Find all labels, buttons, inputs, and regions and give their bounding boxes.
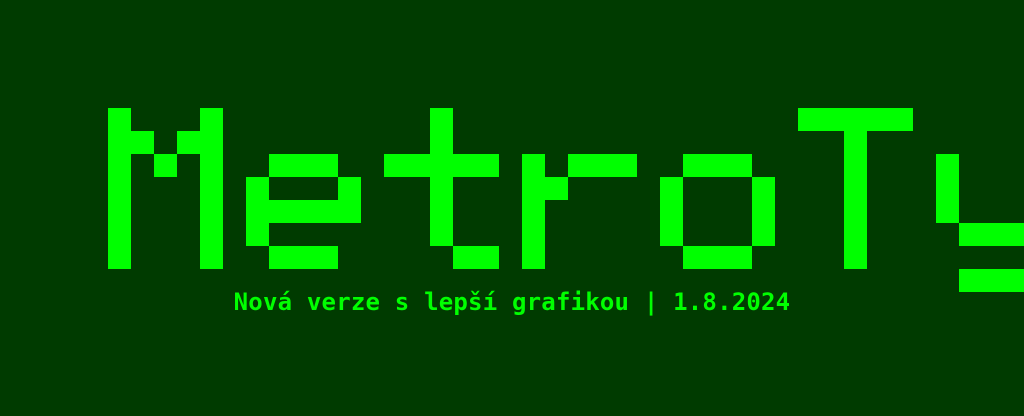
logo-pixel [292, 200, 315, 223]
version-subtitle: Nová verze s lepší grafikou | 1.8.2024 [233, 288, 791, 316]
logo-pixel [315, 154, 338, 177]
logo-pixel [338, 177, 361, 200]
logo-pixel [844, 154, 867, 177]
logo-pixel [200, 246, 223, 269]
logo-pixel [200, 223, 223, 246]
logo-pixel [131, 131, 154, 154]
logo-letter-T [798, 108, 913, 269]
logo-pixel [936, 154, 959, 177]
logo-pixel [315, 246, 338, 269]
logo-pixel [844, 177, 867, 200]
logo-pixel [200, 108, 223, 131]
logo-pixel [430, 177, 453, 200]
logo-pixel [338, 200, 361, 223]
logo-pixel [407, 154, 430, 177]
logo-pixel [522, 200, 545, 223]
logo-pixel [108, 108, 131, 131]
logo-pixel [177, 131, 200, 154]
logo-pixel [200, 154, 223, 177]
logo-pixel [522, 223, 545, 246]
logo-pixel [729, 154, 752, 177]
logo-pixel [683, 154, 706, 177]
logo-pixel [936, 177, 959, 200]
logo-pixel [752, 200, 775, 223]
game-logo [108, 108, 1024, 292]
logo-pixel [269, 200, 292, 223]
logo-letter-M [108, 108, 223, 269]
logo-pixel [108, 131, 131, 154]
logo-pixel [384, 154, 407, 177]
logo-pixel [545, 177, 568, 200]
logo-pixel [844, 223, 867, 246]
logo-pixel [200, 177, 223, 200]
logo-pixel [430, 223, 453, 246]
logo-pixel [430, 154, 453, 177]
logo-pixel [683, 246, 706, 269]
logo-pixel [269, 246, 292, 269]
logo-pixel [154, 154, 177, 177]
logo-pixel [936, 200, 959, 223]
logo-pixel [522, 246, 545, 269]
logo-pixel [522, 177, 545, 200]
logo-pixel [798, 108, 821, 131]
logo-pixel [867, 108, 890, 131]
logo-pixel [614, 154, 637, 177]
logo-pixel [959, 223, 982, 246]
logo-pixel [430, 131, 453, 154]
logo-letter-r [522, 154, 637, 269]
logo-pixel [1005, 223, 1024, 246]
logo-pixel [453, 246, 476, 269]
logo-letter-e [246, 154, 361, 269]
logo-pixel [752, 223, 775, 246]
logo-pixel [108, 154, 131, 177]
logo-pixel [476, 154, 499, 177]
logo-pixel [729, 246, 752, 269]
logo-pixel [108, 177, 131, 200]
logo-pixel [821, 108, 844, 131]
logo-pixel [568, 154, 591, 177]
title-screen: MetroTyper Nová verze s lepší grafikou |… [0, 0, 1024, 416]
logo-pixel [706, 246, 729, 269]
logo-pixel [660, 223, 683, 246]
logo-pixel [522, 154, 545, 177]
logo-pixel [315, 200, 338, 223]
logo-pixel [476, 246, 499, 269]
logo-pixel [269, 154, 292, 177]
logo-pixel [660, 177, 683, 200]
logo-pixel [246, 223, 269, 246]
logo-pixel [660, 200, 683, 223]
logo-pixel [453, 154, 476, 177]
logo-pixel [430, 200, 453, 223]
logo-pixel [844, 200, 867, 223]
logo-pixel [108, 223, 131, 246]
logo-pixel [844, 246, 867, 269]
logo-pixel [591, 154, 614, 177]
logo-pixel [246, 177, 269, 200]
logo-letter-y [936, 154, 1024, 292]
logo-letter-o [660, 154, 775, 269]
logo-pixel [200, 131, 223, 154]
logo-pixel [246, 200, 269, 223]
logo-pixel [844, 108, 867, 131]
logo-pixel [108, 246, 131, 269]
logo-pixel [108, 200, 131, 223]
logo-pixel [200, 200, 223, 223]
logo-pixel [292, 246, 315, 269]
logo-pixel [752, 177, 775, 200]
logo-pixel [982, 223, 1005, 246]
logo-pixel [292, 154, 315, 177]
logo-pixel [890, 108, 913, 131]
logo-pixel [706, 154, 729, 177]
logo-letter-t [384, 108, 499, 269]
logo-pixel [844, 131, 867, 154]
logo-pixels [108, 108, 1024, 292]
logo-pixel [430, 108, 453, 131]
